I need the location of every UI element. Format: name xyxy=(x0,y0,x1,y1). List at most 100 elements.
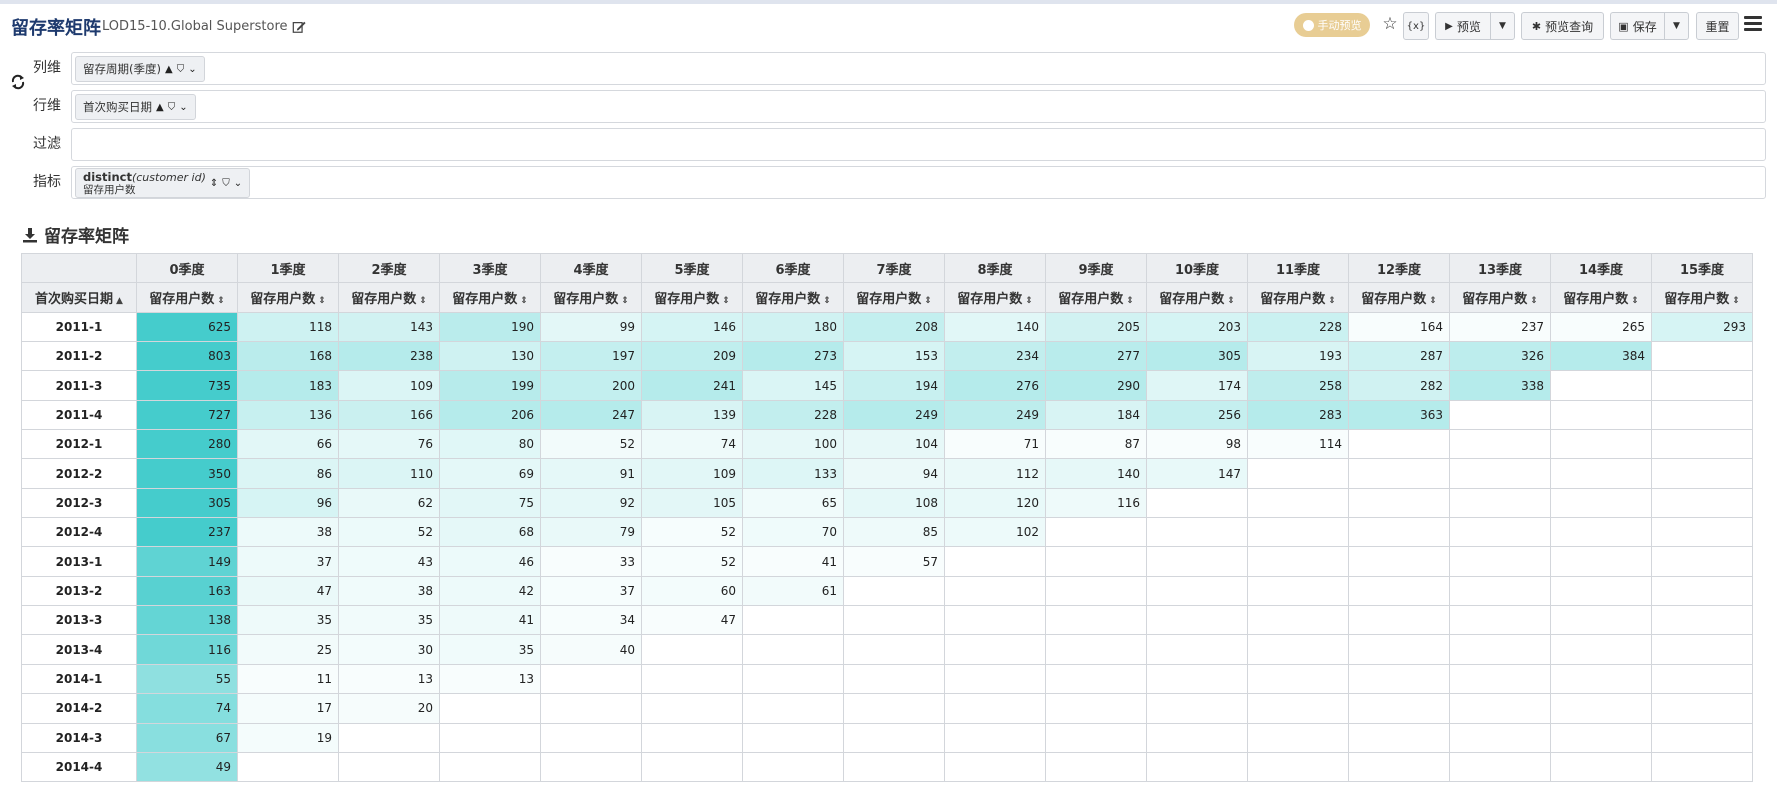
sort-icon[interactable]: ⇕ xyxy=(1530,296,1538,306)
sort-icon[interactable]: ⇕ xyxy=(520,296,528,306)
edit-icon[interactable] xyxy=(292,20,306,34)
metrics-shelf-label: 指标 xyxy=(33,174,61,190)
value-cell: 37 xyxy=(540,575,642,607)
table-row: 2011-2 803 168 238 130 197 209 273 153 234 277 305 1… xyxy=(21,341,1753,372)
table-row: 2013-4 116 25 30 35 40 xyxy=(21,634,1753,665)
value-cell: 249 xyxy=(944,399,1046,431)
star-icon[interactable]: ☆ xyxy=(1380,14,1400,36)
chevron-down-icon[interactable]: ⌄ xyxy=(188,64,196,75)
sort-icon[interactable]: ⇕ xyxy=(217,296,225,306)
metrics-shelf[interactable]: distinct(customer id) 留存用户数 ⇕ ⛉ ⌄ xyxy=(71,166,1766,199)
filter-shelf[interactable] xyxy=(71,128,1766,161)
sort-icon[interactable]: ⇕ xyxy=(210,178,218,189)
metric-header[interactable]: 留存用户数 ⇕ xyxy=(338,282,440,313)
table-row: 2012-1 280 66 76 80 52 74 100 104 71 87 98 114 xyxy=(21,429,1753,460)
value-cell xyxy=(540,693,642,724)
metric-header[interactable]: 留存用户数 ⇕ xyxy=(540,282,642,313)
sort-icon[interactable]: ⇕ xyxy=(1227,296,1235,306)
sort-icon[interactable]: ⇕ xyxy=(823,296,831,306)
columns-shelf[interactable]: 留存周期(季度) ▲ ⛉ ⌄ xyxy=(71,52,1766,85)
metric-header[interactable]: 留存用户数 ⇕ xyxy=(1045,282,1147,313)
value-cell xyxy=(1550,370,1652,401)
metric-header[interactable]: 留存用户数 ⇕ xyxy=(439,282,541,313)
value-cell xyxy=(439,693,541,724)
sort-icon[interactable]: ⇕ xyxy=(1126,296,1134,306)
metric-header[interactable]: 留存用户数 ⇕ xyxy=(237,282,339,313)
sort-asc-icon[interactable]: ▲ xyxy=(116,296,123,306)
sort-icon[interactable]: ⇕ xyxy=(1732,296,1740,306)
value-cell xyxy=(1550,575,1652,607)
corner-cell xyxy=(21,252,137,284)
metric-header[interactable]: 留存用户数 ⇕ xyxy=(1550,282,1652,313)
rows-chip[interactable]: 首次购买日期 ▲ ⛉ ⌄ xyxy=(75,94,196,120)
filter-icon[interactable]: ⛉ xyxy=(177,64,185,75)
save-dropdown-button[interactable]: ▼ xyxy=(1664,12,1689,40)
reset-button[interactable]: 重置 xyxy=(1696,12,1739,40)
sort-icon[interactable]: ⇕ xyxy=(1631,296,1639,306)
chevron-down-icon[interactable]: ⌄ xyxy=(179,102,187,113)
row-header-title[interactable]: 首次购买日期 ▲ xyxy=(21,282,137,313)
table-row: 2014-3 67 19 xyxy=(21,722,1753,753)
columns-shelf-label: 列维 xyxy=(33,60,61,76)
value-cell: 35 xyxy=(237,605,339,636)
sort-icon[interactable]: ⇕ xyxy=(621,296,629,306)
value-cell xyxy=(1550,693,1652,724)
page-subtitle: LOD15-10.Global Superstore xyxy=(102,19,306,34)
value-cell: 76 xyxy=(338,429,440,460)
metrics-chip[interactable]: distinct(customer id) 留存用户数 ⇕ ⛉ ⌄ xyxy=(75,168,251,198)
sort-icon[interactable]: ⇕ xyxy=(318,296,326,306)
value-cell xyxy=(1651,751,1753,783)
metric-header[interactable]: 留存用户数 ⇕ xyxy=(944,282,1046,313)
columns-chip[interactable]: 留存周期(季度) ▲ ⛉ ⌄ xyxy=(75,56,205,82)
value-cell xyxy=(1045,634,1147,665)
sort-icon[interactable]: ⇕ xyxy=(924,296,932,306)
value-cell: 74 xyxy=(641,429,743,460)
value-cell xyxy=(1550,429,1652,460)
sort-icon[interactable]: ⇕ xyxy=(722,296,730,306)
metric-header-label: 留存用户数 xyxy=(1563,292,1629,308)
filter-icon[interactable]: ⛉ xyxy=(168,102,176,113)
value-cell: 70 xyxy=(742,517,844,548)
save-button[interactable]: ▣ 保存 xyxy=(1610,12,1664,40)
menu-icon[interactable] xyxy=(1744,16,1762,32)
value-cell xyxy=(742,663,844,695)
value-cell: 109 xyxy=(641,458,743,489)
value-cell: 283 xyxy=(1247,399,1349,431)
value-cell: 241 xyxy=(641,370,743,401)
sort-icon[interactable]: ⇕ xyxy=(419,296,427,306)
sort-asc-icon[interactable]: ▲ xyxy=(165,64,173,75)
value-cell: 94 xyxy=(843,458,945,489)
metric-header[interactable]: 留存用户数 ⇕ xyxy=(136,282,238,313)
chevron-down-icon[interactable]: ⌄ xyxy=(234,178,242,189)
play-icon: ▶ xyxy=(1445,20,1453,32)
metric-header[interactable]: 留存用户数 ⇕ xyxy=(1449,282,1551,313)
metric-header[interactable]: 留存用户数 ⇕ xyxy=(641,282,743,313)
metric-header[interactable]: 留存用户数 ⇕ xyxy=(1247,282,1349,313)
metric-header-label: 留存用户数 xyxy=(957,292,1023,308)
preview-query-button[interactable]: ✱ 预览查询 xyxy=(1521,12,1604,40)
sort-icon[interactable]: ⇕ xyxy=(1328,296,1336,306)
preview-button[interactable]: ▶ 预览 xyxy=(1435,12,1490,40)
sort-icon[interactable]: ⇕ xyxy=(1429,296,1437,306)
metric-header-label: 留存用户数 xyxy=(351,292,417,308)
swap-axes-icon[interactable] xyxy=(10,73,26,91)
value-cell: 96 xyxy=(237,487,339,519)
rows-shelf[interactable]: 首次购买日期 ▲ ⛉ ⌄ xyxy=(71,90,1766,123)
value-cell xyxy=(944,546,1046,577)
download-icon[interactable] xyxy=(22,227,38,243)
variable-button[interactable]: {x} xyxy=(1403,12,1429,40)
value-cell xyxy=(1146,546,1248,577)
sort-asc-icon[interactable]: ▲ xyxy=(156,102,164,113)
filter-icon[interactable]: ⛉ xyxy=(222,178,230,189)
metric-header[interactable]: 留存用户数 ⇕ xyxy=(742,282,844,313)
row-date-cell: 2013-1 xyxy=(21,546,137,577)
sort-icon[interactable]: ⇕ xyxy=(1025,296,1033,306)
metric-header[interactable]: 留存用户数 ⇕ xyxy=(1651,282,1753,313)
value-cell: 136 xyxy=(237,399,339,431)
metric-header[interactable]: 留存用户数 ⇕ xyxy=(1146,282,1248,313)
metric-header[interactable]: 留存用户数 ⇕ xyxy=(843,282,945,313)
preview-dropdown-button[interactable]: ▼ xyxy=(1490,12,1515,40)
caret-down-icon: ▼ xyxy=(1673,21,1680,31)
metric-header[interactable]: 留存用户数 ⇕ xyxy=(1348,282,1450,313)
manual-preview-toggle[interactable]: 手动预览 xyxy=(1294,13,1370,37)
